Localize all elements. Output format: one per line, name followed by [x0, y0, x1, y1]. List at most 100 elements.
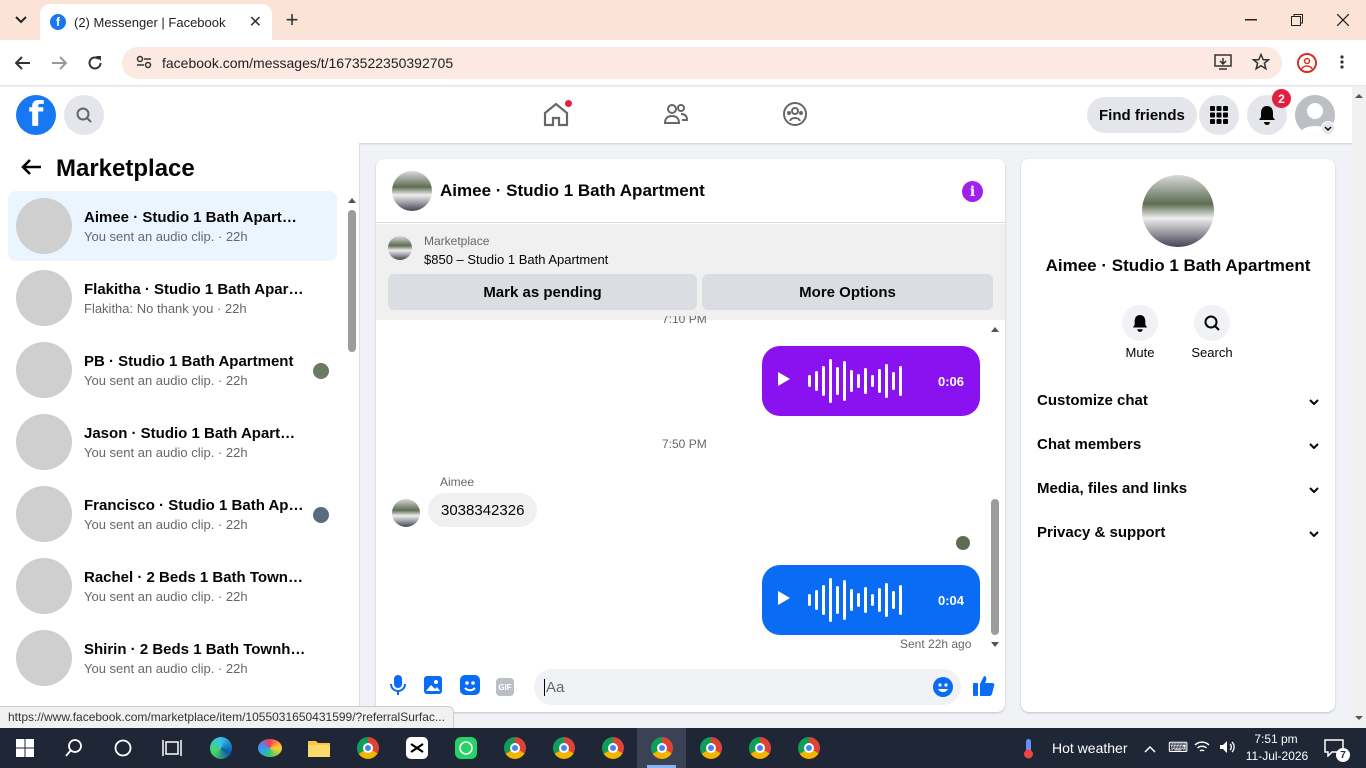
back-arrow-icon[interactable]: [20, 155, 42, 183]
tab-close-icon[interactable]: ✕: [249, 12, 262, 32]
capcut-icon[interactable]: [392, 728, 441, 768]
microphone-icon[interactable]: [390, 674, 406, 700]
chat-avatar[interactable]: [392, 170, 432, 211]
emoji-icon[interactable]: [933, 677, 953, 702]
paint-app-icon[interactable]: [245, 728, 294, 768]
sticker-icon[interactable]: [460, 674, 480, 700]
customize-chat-section[interactable]: Customize chat: [1037, 392, 1319, 409]
chrome-profile-icon[interactable]: [686, 728, 735, 768]
browser-tab[interactable]: f (2) Messenger | Facebook ✕: [40, 4, 272, 40]
wifi-icon[interactable]: [1194, 740, 1210, 759]
file-explorer-icon[interactable]: [294, 728, 343, 768]
chat-info-panel: Aimee · Studio 1 Bath Apartment Mute Sea…: [1021, 159, 1335, 712]
conversation-item[interactable]: Flakitha · Studio 1 Bath Apartment Flakit…: [8, 263, 337, 333]
clock-date[interactable]: 11-Jul-2026: [1244, 749, 1310, 763]
privacy-support-section[interactable]: Privacy & support: [1037, 524, 1319, 541]
chat-members-section[interactable]: Chat members: [1037, 436, 1319, 453]
conversation-item[interactable]: Francisco · Studio 1 Bath Apartment You s…: [8, 479, 337, 549]
more-options-button[interactable]: More Options: [702, 274, 993, 310]
facebook-favicon-icon: f: [50, 14, 66, 30]
profile-icon[interactable]: [1297, 53, 1317, 73]
groups-icon[interactable]: [782, 101, 808, 132]
windows-start-icon[interactable]: [0, 728, 49, 768]
message-input[interactable]: Aa: [534, 669, 961, 705]
conversation-item[interactable]: Jason · Studio 1 Bath Apartment You sent …: [8, 407, 337, 477]
chrome-profile-icon[interactable]: [784, 728, 833, 768]
account-chevron-icon[interactable]: [1321, 121, 1335, 135]
audio-message[interactable]: 0:06: [762, 346, 980, 416]
cortana-icon[interactable]: [98, 728, 147, 768]
chrome-profile-icon[interactable]: [588, 728, 637, 768]
photo-icon[interactable]: [424, 675, 442, 699]
forward-icon[interactable]: [44, 48, 74, 78]
conversation-item[interactable]: PB · Studio 1 Bath Apartment You sent an …: [8, 335, 337, 405]
conversation-item[interactable]: Aimee · Studio 1 Bath Apartment You sent …: [8, 191, 337, 261]
conversation-list-scrollbar[interactable]: [348, 196, 356, 706]
search-chat-icon[interactable]: [1194, 305, 1230, 341]
sender-avatar[interactable]: [392, 499, 420, 527]
thumbs-up-icon[interactable]: [973, 674, 995, 701]
received-message[interactable]: 3038342326: [428, 493, 538, 527]
chrome-active-window-icon[interactable]: [637, 728, 686, 768]
media-files-links-section[interactable]: Media, files and links: [1037, 480, 1319, 497]
info-icon[interactable]: i: [962, 181, 983, 202]
chat-title[interactable]: Aimee · Studio 1 Bath Apartment: [440, 181, 705, 201]
listing-photo: [16, 414, 72, 470]
reload-icon[interactable]: [80, 48, 110, 78]
chrome-icon[interactable]: [343, 728, 392, 768]
taskbar-search-icon[interactable]: [49, 728, 98, 768]
gif-icon[interactable]: GIF: [496, 678, 514, 696]
url-text: facebook.com/messages/t/1673522350392705: [162, 55, 454, 71]
chrome-menu-icon[interactable]: [1340, 54, 1346, 72]
conversation-item[interactable]: Shirin · 2 Beds 1 Bath Townhouse You sent…: [8, 623, 337, 693]
weather-thermometer-icon[interactable]: [1022, 738, 1036, 765]
profile-photo[interactable]: [1142, 175, 1214, 247]
chrome-profile-icon[interactable]: [539, 728, 588, 768]
mute-bell-icon[interactable]: [1122, 305, 1158, 341]
play-icon[interactable]: [778, 590, 790, 610]
chevron-down-icon: [1309, 436, 1319, 453]
whatsapp-icon[interactable]: [441, 728, 490, 768]
chat-header: Aimee · Studio 1 Bath Apartment i: [376, 159, 1005, 223]
listing-photo: [16, 342, 72, 398]
friends-icon[interactable]: [663, 101, 689, 132]
restore-icon[interactable]: [1282, 5, 1312, 35]
section-label: Privacy & support: [1037, 524, 1166, 541]
find-friends-button[interactable]: Find friends: [1087, 97, 1197, 133]
conversation-item[interactable]: Rachel · 2 Beds 1 Bath Townhouse You sent…: [8, 551, 337, 621]
site-info-icon[interactable]: [136, 55, 152, 72]
mute-label[interactable]: Mute: [1120, 345, 1160, 360]
back-icon[interactable]: [8, 48, 38, 78]
address-bar[interactable]: facebook.com/messages/t/1673522350392705: [122, 47, 1282, 79]
tab-search-icon[interactable]: [6, 5, 36, 35]
chrome-profile-icon[interactable]: [735, 728, 784, 768]
close-window-icon[interactable]: [1328, 5, 1358, 35]
weather-text[interactable]: Hot weather: [1052, 740, 1127, 756]
search-label[interactable]: Search: [1187, 345, 1237, 360]
new-tab-button[interactable]: +: [277, 5, 307, 35]
install-app-icon[interactable]: [1214, 53, 1232, 73]
link-status-bar: https://www.facebook.com/marketplace/ite…: [0, 706, 454, 728]
play-icon[interactable]: [778, 371, 790, 391]
facebook-logo[interactable]: f: [16, 95, 56, 135]
chrome-profile-icon[interactable]: [490, 728, 539, 768]
audio-message[interactable]: 0:04: [762, 565, 980, 635]
page-scrollbar[interactable]: [1352, 87, 1366, 728]
clock-time[interactable]: 7:51 pm: [1248, 732, 1304, 746]
menu-grid-icon[interactable]: [1199, 95, 1239, 135]
windows-taskbar: Hot weather ⌨ 7:51 pm 11-Jul-2026 7: [0, 728, 1366, 768]
volume-icon[interactable]: [1219, 740, 1235, 759]
panel-header: Marketplace: [20, 155, 195, 183]
minimize-icon[interactable]: [1236, 5, 1266, 35]
home-notification-dot: [564, 99, 573, 108]
task-view-icon[interactable]: [147, 728, 196, 768]
listing-title[interactable]: $850 – Studio 1 Bath Apartment: [424, 252, 608, 267]
search-icon[interactable]: [64, 95, 104, 135]
tray-chevron-icon[interactable]: [1144, 740, 1156, 758]
home-icon[interactable]: [542, 99, 573, 132]
chat-scrollbar[interactable]: [990, 325, 1000, 649]
edge-icon[interactable]: [196, 728, 245, 768]
bookmark-star-icon[interactable]: [1251, 52, 1271, 74]
language-icon[interactable]: ⌨: [1168, 739, 1188, 756]
mark-as-pending-button[interactable]: Mark as pending: [388, 274, 697, 310]
